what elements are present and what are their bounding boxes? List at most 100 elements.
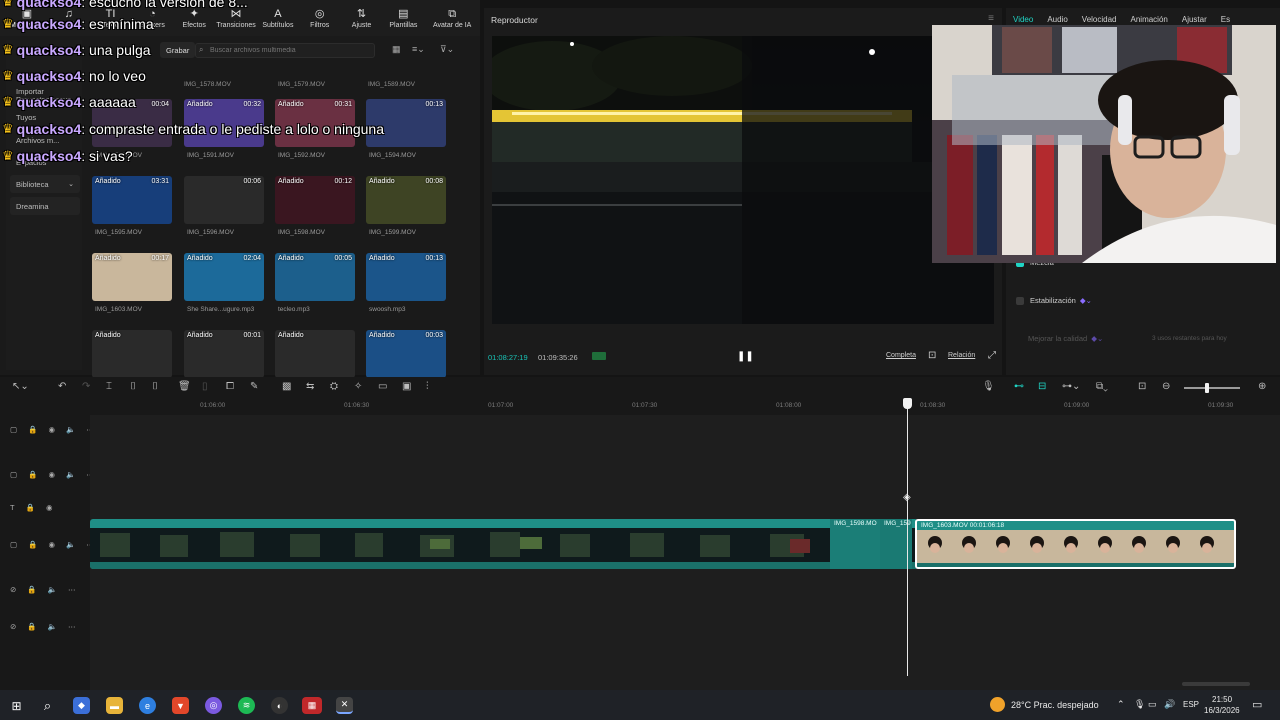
microphone-icon[interactable]: 🎙 xyxy=(1134,699,1145,710)
clock-date[interactable]: 16/3/2026 xyxy=(1204,706,1240,715)
lock-icon[interactable]: 🔒 xyxy=(28,425,37,434)
media-thumbnail[interactable]: Añadido 03:31 xyxy=(92,176,172,224)
media-item[interactable]: Añadido 02:04 She Share...ugure.mp3 xyxy=(184,253,266,325)
link-icon[interactable]: ⊟ xyxy=(1038,381,1046,392)
lock-icon[interactable]: 🔒 xyxy=(27,622,36,631)
sort-icon[interactable]: ≡⌄ xyxy=(412,44,425,55)
screenshot-icon[interactable]: ⊡ xyxy=(928,350,936,361)
media-thumbnail[interactable]: Añadido 02:04 xyxy=(184,253,264,301)
nav-files[interactable]: Archivos m... xyxy=(10,131,80,149)
image-icon[interactable]: ▣ xyxy=(402,381,411,392)
brave-icon[interactable]: ▼ xyxy=(172,697,189,714)
media-thumbnail[interactable]: Añadido xyxy=(92,330,172,378)
zoom-out-icon[interactable]: ⊖ xyxy=(1162,381,1170,392)
mirror-icon[interactable]: ⇆ xyxy=(306,381,314,392)
eye-icon[interactable]: ◉ xyxy=(46,503,53,512)
notification-icon[interactable]: ▭ xyxy=(1252,698,1262,711)
media-item[interactable]: Añadido 03:31 IMG_1595.MOV xyxy=(92,176,174,248)
person-icon[interactable]: ⛭ xyxy=(330,381,338,392)
zoom-in-icon[interactable]: ⊕ xyxy=(1258,381,1266,392)
split-right-icon[interactable]: ⌷ xyxy=(152,381,158,392)
effect-icon[interactable]: ▩ xyxy=(282,381,291,392)
media-thumbnail[interactable]: 00:13 xyxy=(366,99,446,147)
playhead-marker-icon[interactable]: ◈ xyxy=(903,492,911,503)
more-icon[interactable]: ⋯ xyxy=(68,585,76,594)
tool-templates[interactable]: ▤ Plantillas xyxy=(382,0,424,36)
media-item[interactable]: 00:06 IMG_1596.MOV xyxy=(184,176,266,248)
tool-ai-avatar[interactable]: ⧉ Avatar de IA xyxy=(424,0,480,36)
freeze-icon[interactable]: ▯ xyxy=(202,381,208,392)
media-thumbnail[interactable]: Añadido 00:32 xyxy=(184,99,264,147)
media-thumbnail[interactable]: Añadido 00:12 xyxy=(275,176,355,224)
lock-icon[interactable]: 🔒 xyxy=(28,540,37,549)
media-item[interactable]: Añadido 00:08 IMG_1599.MOV xyxy=(366,176,448,248)
eye-icon[interactable]: ◉ xyxy=(48,425,55,434)
lock-icon[interactable]: 🔒 xyxy=(26,503,35,512)
wand-icon[interactable]: ✧ xyxy=(354,381,362,392)
media-thumbnail[interactable]: Añadido 00:03 xyxy=(366,330,446,378)
full-quality-button[interactable]: Completa xyxy=(886,352,916,359)
eye-icon[interactable]: ◉ xyxy=(48,540,55,549)
media-item[interactable]: 00:04 IMG_1590.MOV xyxy=(92,99,174,171)
media-thumbnail[interactable]: Añadido 00:01 xyxy=(184,330,264,378)
clock-time[interactable]: 21:50 xyxy=(1212,695,1232,704)
lock-icon[interactable]: 🔒 xyxy=(28,470,37,479)
caption-icon[interactable]: ▭ xyxy=(378,381,387,392)
file-explorer-icon[interactable]: ▬ xyxy=(106,697,123,714)
obs-icon[interactable]: ◐ xyxy=(271,697,288,714)
speaker-icon[interactable]: 🔈 xyxy=(48,585,57,594)
speaker-icon[interactable]: 🔈 xyxy=(66,470,75,479)
tool-filters[interactable]: ◎ Filtros xyxy=(299,0,341,36)
zoom-slider-thumb[interactable] xyxy=(1205,383,1209,393)
media-item[interactable]: 00:13 IMG_1594.MOV xyxy=(366,99,448,171)
media-item[interactable]: Añadido 00:13 swoosh.mp3 xyxy=(366,253,448,325)
pause-button[interactable]: ❚❚ xyxy=(737,351,754,362)
tool-adjust[interactable]: ⇅ Ajuste xyxy=(341,0,383,36)
chevron-up-icon[interactable]: ⌃ xyxy=(1117,699,1125,710)
filter-icon[interactable]: ⊽⌄ xyxy=(440,44,454,55)
video-clip[interactable] xyxy=(90,519,918,569)
stabilize-checkbox[interactable] xyxy=(1016,296,1024,305)
redo-icon[interactable]: ↷ xyxy=(82,381,90,392)
crop-icon[interactable]: ⧠ xyxy=(226,381,234,392)
grid-view-icon[interactable]: ▦ xyxy=(392,44,401,55)
nav-library[interactable]: Biblioteca ⌄ xyxy=(10,175,80,193)
nav-dreamina[interactable]: Dreamina xyxy=(10,197,80,215)
nav-projects[interactable]: Proyectos secun... xyxy=(10,90,80,108)
stabilize-row[interactable]: Estabilización ◆⌄ xyxy=(1016,296,1092,305)
fullscreen-icon[interactable]: ⤢ xyxy=(988,350,996,361)
lock-icon[interactable]: 🔒 xyxy=(27,585,36,594)
media-thumbnail[interactable]: 00:06 xyxy=(184,176,264,224)
media-thumbnail[interactable]: Añadido xyxy=(275,330,355,378)
network-icon[interactable]: ▭ xyxy=(1148,699,1157,710)
media-item[interactable]: Añadido 00:31 IMG_1592.MOV xyxy=(275,99,357,171)
search-input[interactable] xyxy=(195,43,375,58)
capcut-icon[interactable]: ✕ xyxy=(336,697,353,714)
preview-axis-icon[interactable]: ⊶⌄ xyxy=(1062,381,1080,392)
waveform-icon[interactable]: ⫶ xyxy=(426,381,429,392)
volume-icon[interactable]: 🔊 xyxy=(1164,699,1175,710)
snap-icon[interactable]: ⧉⌄ xyxy=(1096,381,1108,392)
aspect-ratio-button[interactable]: Relación xyxy=(948,352,975,359)
tool-media[interactable]: ▣ Multimedia xyxy=(6,0,48,36)
playhead[interactable] xyxy=(907,398,908,676)
more-icon[interactable]: ⋯ xyxy=(68,622,76,631)
edge-icon[interactable]: e xyxy=(139,697,156,714)
video-clip[interactable]: IMG_1598.MO xyxy=(830,519,880,569)
weather-text[interactable]: 28°C Prac. despejado xyxy=(1011,700,1099,710)
tool-audio[interactable]: ♫ Audio xyxy=(48,0,90,36)
speaker-icon[interactable]: 🔈 xyxy=(48,622,57,631)
tool-text[interactable]: TI Texto xyxy=(90,0,132,36)
split-left-icon[interactable]: ⌷ xyxy=(130,381,136,392)
microphone-icon[interactable]: 🎙 xyxy=(982,381,995,392)
speaker-icon[interactable]: 🔈 xyxy=(66,425,75,434)
media-item[interactable]: Añadido 00:05 tecleo.mp3 xyxy=(275,253,357,325)
playhead-handle[interactable] xyxy=(903,398,912,409)
eye-icon[interactable]: ◉ xyxy=(48,470,55,479)
tool-transitions[interactable]: ⋈ Transiciones xyxy=(215,0,257,36)
media-thumbnail[interactable]: Añadido 00:31 xyxy=(275,99,355,147)
media-thumbnail[interactable]: Añadido 00:17 xyxy=(92,253,172,301)
tool-effects[interactable]: ✦ Efectos xyxy=(173,0,215,36)
windows-start-icon[interactable]: ⊞ xyxy=(8,697,25,714)
tool-subtitles[interactable]: A Subtítulos xyxy=(257,0,299,36)
